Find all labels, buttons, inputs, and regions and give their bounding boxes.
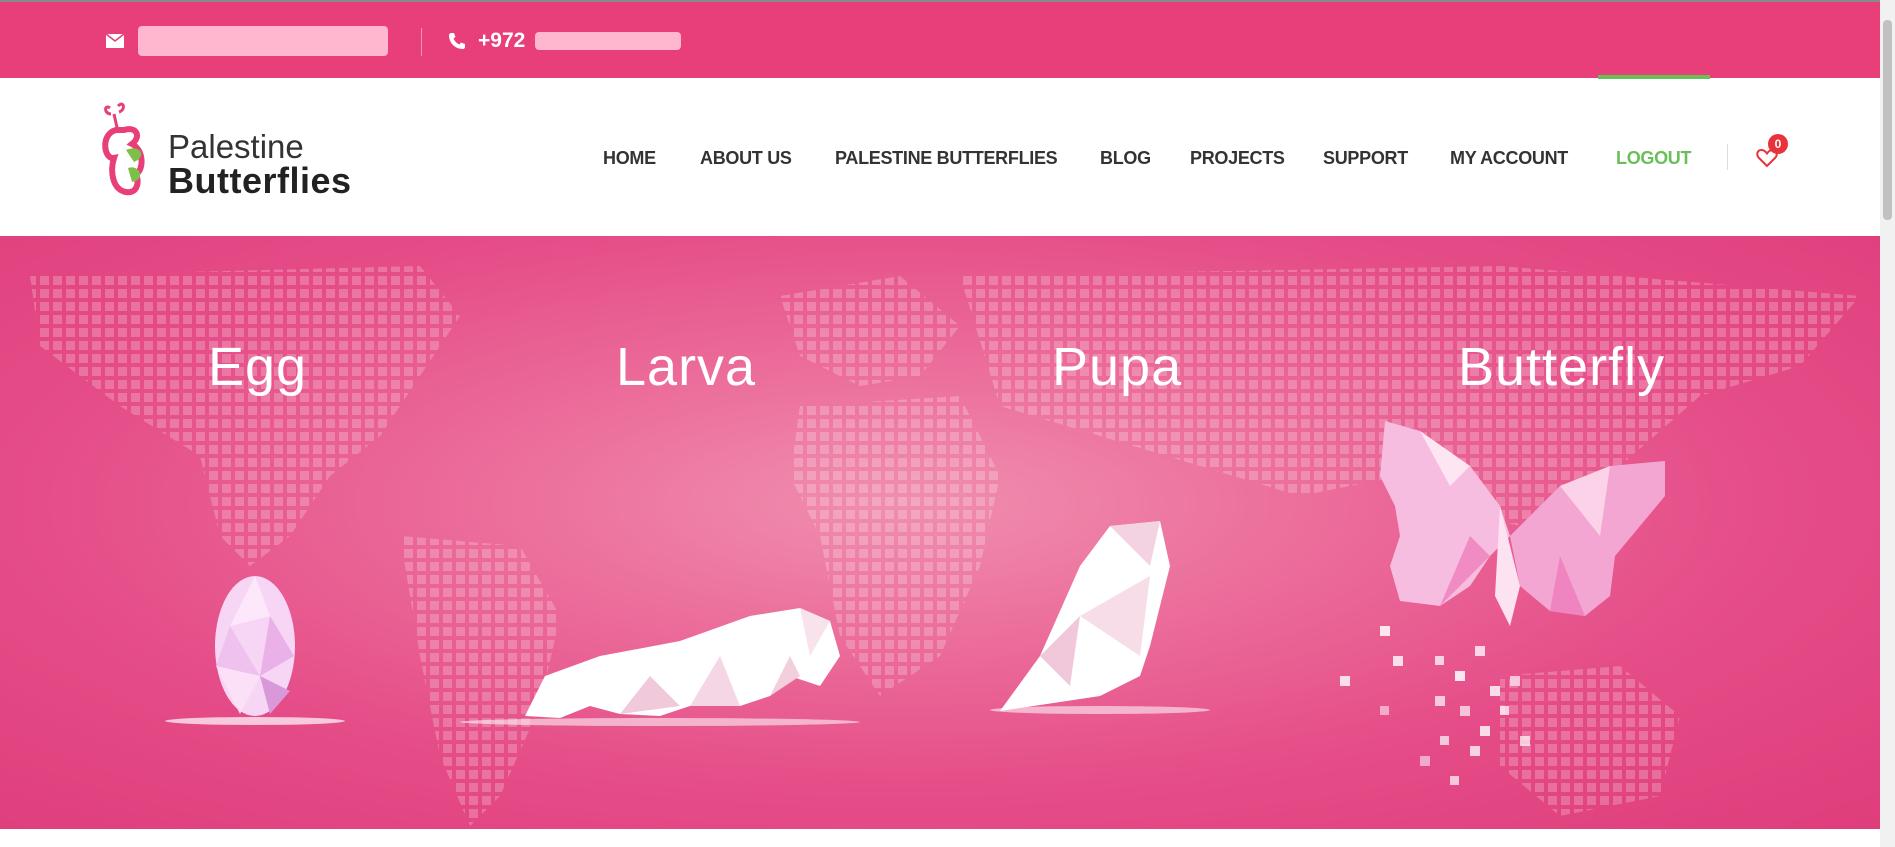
phone-prefix: +972	[478, 29, 526, 52]
egg-illustration	[215, 576, 295, 716]
pupa-illustration	[1000, 521, 1170, 711]
lifecycle-illustrations	[165, 421, 1665, 785]
nav-about-us[interactable]: ABOUT US	[700, 148, 792, 169]
logo-text-butterflies: Butterflies	[168, 160, 352, 201]
nav-home[interactable]: HOME	[603, 148, 656, 169]
nav-blog[interactable]: BLOG	[1100, 148, 1151, 169]
active-nav-indicator	[1598, 75, 1710, 79]
nav-projects[interactable]: PROJECTS	[1190, 148, 1285, 169]
wishlist-count-badge: 0	[1768, 134, 1788, 154]
butterfly-illustration	[1340, 421, 1665, 785]
contact-phone[interactable]: +972	[448, 28, 682, 54]
contact-email[interactable]	[106, 26, 388, 56]
site-logo[interactable]: Palestine Butterflies	[96, 100, 396, 205]
redacted-phone	[535, 32, 682, 50]
redacted-email	[138, 26, 388, 56]
scrollbar-thumb[interactable]	[1883, 20, 1892, 220]
nav-divider	[1727, 144, 1728, 170]
nav-my-account[interactable]: MY ACCOUNT	[1450, 148, 1568, 169]
envelope-icon	[106, 34, 124, 48]
hero-banner: Egg Larva Pupa Butterfly	[0, 236, 1880, 829]
nav-support[interactable]: SUPPORT	[1323, 148, 1408, 169]
top-contact-bar: +972	[0, 0, 1880, 78]
phone-icon	[449, 33, 465, 49]
nav-palestine-butterflies[interactable]: PALESTINE BUTTERFLIES	[835, 148, 1058, 169]
butterfly-logo-icon	[102, 102, 145, 196]
larva-illustration	[525, 608, 840, 718]
contact-divider	[421, 28, 422, 56]
page-scrollbar[interactable]	[1880, 0, 1895, 847]
nav-logout[interactable]: LOGOUT	[1616, 148, 1692, 169]
